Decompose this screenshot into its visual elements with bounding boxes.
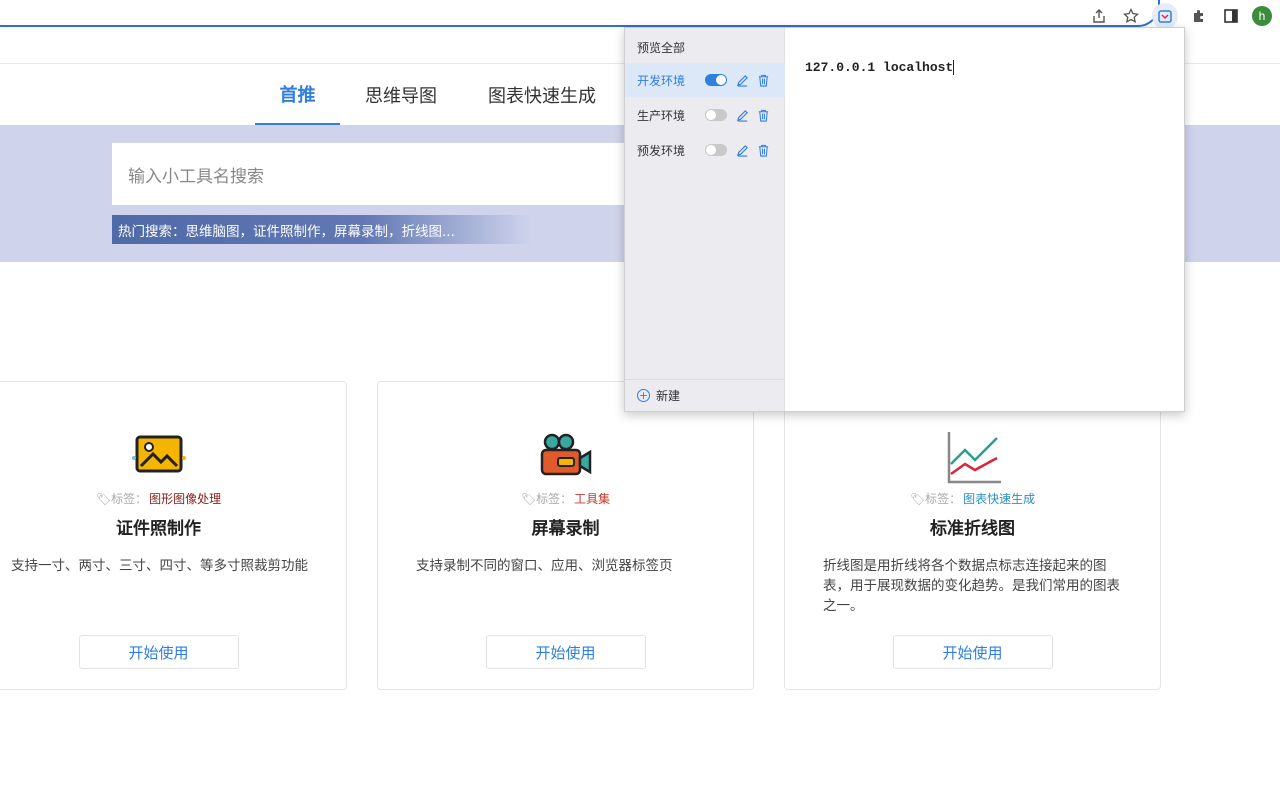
picture-icon: [129, 428, 189, 488]
share-icon[interactable]: [1088, 5, 1110, 27]
edit-icon[interactable]: [735, 73, 749, 87]
tab-recommended[interactable]: 首推: [255, 64, 340, 126]
env-row-dev[interactable]: 开发环境: [625, 63, 785, 97]
card-title: 证件照制作: [116, 519, 201, 539]
tag-value[interactable]: 工具集: [574, 492, 610, 506]
tag-prefix: 标签：: [536, 492, 573, 506]
line-chart-icon: [943, 428, 1003, 488]
new-env-button[interactable]: + 新建: [625, 379, 785, 411]
tab-mindmap[interactable]: 思维导图: [350, 64, 452, 126]
tag-value[interactable]: 图表快速生成: [963, 492, 1035, 506]
env-label: 预发环境: [637, 143, 686, 158]
edit-icon[interactable]: [735, 143, 749, 157]
card-tag: 🏷标签： 工具集: [378, 490, 753, 507]
card-description: 折线图是用折线将各个数据点标志连接起来的图表，用于展现数据的变化趋势。是我们常用…: [823, 558, 1120, 614]
hosts-extension-popup: 预览全部 开发环境 生产环境 预发环境 + 新建 127.0.0.1 local…: [624, 27, 1185, 412]
env-label: 生产环境: [637, 108, 686, 123]
env-toggle[interactable]: [705, 109, 727, 121]
card-title: 标准折线图: [930, 519, 1015, 539]
browser-toolbar: h: [0, 0, 1280, 29]
start-button[interactable]: 开始使用: [78, 635, 239, 669]
tag-value[interactable]: 图形图像处理: [149, 492, 221, 506]
env-row-staging[interactable]: 预发环境: [625, 133, 785, 167]
new-label: 新建: [656, 389, 681, 403]
tab-charts[interactable]: 图表快速生成: [472, 64, 612, 126]
hot-searches[interactable]: 热门搜索：思维脑图，证件照制作，屏幕录制，折线图...: [112, 215, 532, 244]
profile-avatar[interactable]: h: [1252, 6, 1272, 26]
extensions-puzzle-icon[interactable]: [1188, 5, 1210, 27]
bookmark-star-icon[interactable]: [1120, 5, 1142, 27]
card-description: 支持录制不同的窗口、应用、浏览器标签页: [416, 558, 673, 574]
env-label: 开发环境: [637, 73, 686, 88]
hosts-editor[interactable]: 127.0.0.1 localhost: [805, 60, 955, 76]
tag-prefix: 标签：: [925, 492, 962, 506]
env-row-prod[interactable]: 生产环境: [625, 98, 785, 132]
card-title: 屏幕录制: [531, 519, 600, 539]
env-toggle[interactable]: [705, 144, 727, 156]
text-caret: [953, 60, 955, 76]
plus-icon: +: [637, 389, 650, 402]
preview-all[interactable]: 预览全部: [637, 39, 685, 56]
tag-icon: 🏷: [95, 492, 112, 506]
start-button[interactable]: 开始使用: [485, 635, 646, 669]
env-toggle[interactable]: [705, 74, 727, 86]
editor-text: 127.0.0.1 localhost: [805, 60, 954, 75]
address-bar[interactable]: [0, 0, 1160, 27]
start-button[interactable]: 开始使用: [892, 635, 1053, 669]
toolbar-icons: h: [1088, 3, 1272, 29]
tool-card-screen-record: 🏷标签： 工具集 屏幕录制 支持录制不同的窗口、应用、浏览器标签页 开始使用: [377, 381, 754, 690]
tool-card-id-photo: 🏷标签： 图形图像处理 证件照制作 支持一寸、两寸、三寸、四寸、等多寸照裁剪功能 …: [0, 381, 347, 690]
video-camera-icon: [536, 428, 596, 488]
side-panel-icon[interactable]: [1220, 5, 1242, 27]
trash-icon[interactable]: [756, 73, 770, 87]
extension-hosts-icon[interactable]: [1152, 3, 1178, 29]
card-description: 支持一寸、两寸、三寸、四寸、等多寸照裁剪功能: [11, 558, 308, 574]
edit-icon[interactable]: [735, 108, 749, 122]
tag-icon: 🏷: [520, 492, 537, 506]
tag-prefix: 标签：: [111, 492, 148, 506]
tool-card-line-chart: 🏷标签： 图表快速生成 标准折线图 折线图是用折线将各个数据点标志连接起来的图表，…: [784, 381, 1161, 690]
env-sidebar: 预览全部 开发环境 生产环境 预发环境 + 新建: [625, 28, 785, 411]
trash-icon[interactable]: [756, 108, 770, 122]
card-tag: 🏷标签： 图表快速生成: [785, 490, 1160, 507]
trash-icon[interactable]: [756, 143, 770, 157]
card-tag: 🏷标签： 图形图像处理: [0, 490, 346, 507]
search-input[interactable]: 输入小工具名搜索: [112, 143, 672, 205]
tag-icon: 🏷: [909, 492, 926, 506]
